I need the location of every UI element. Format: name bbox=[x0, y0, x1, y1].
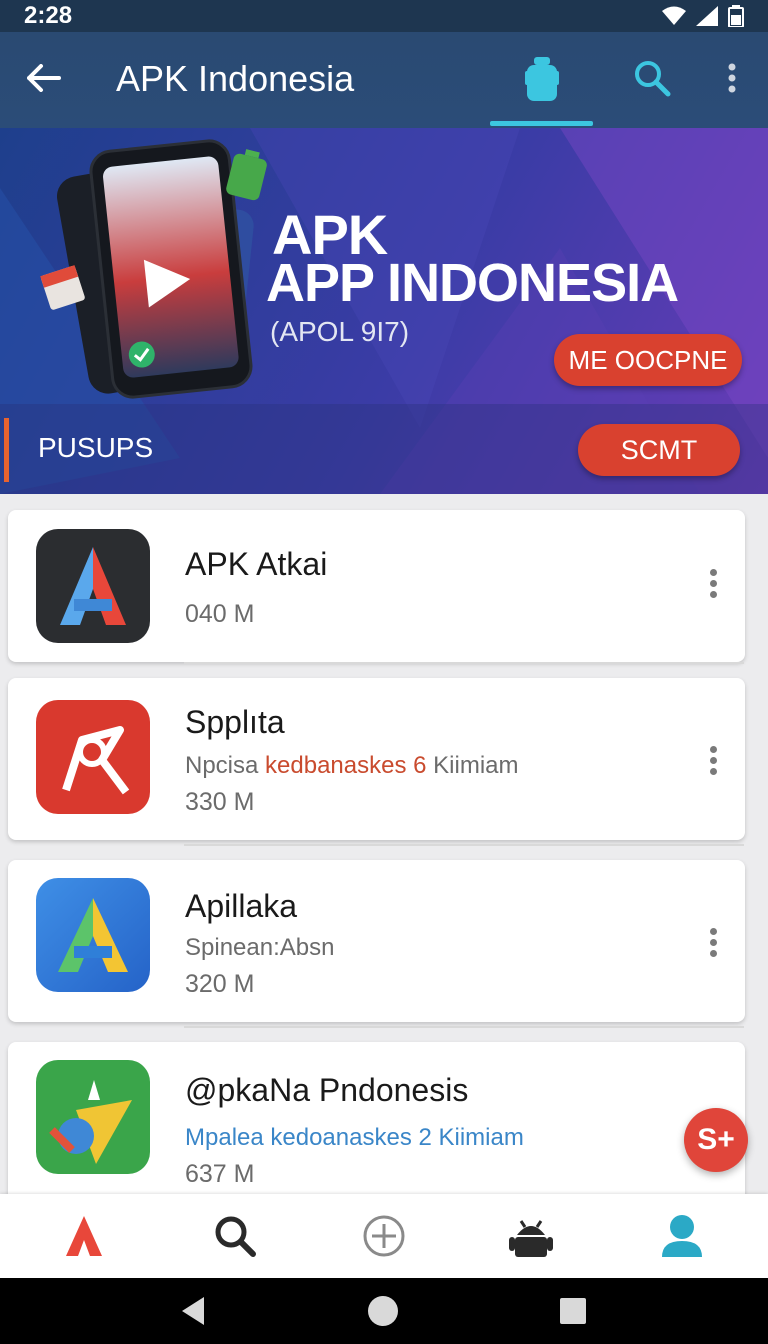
shapes-logo-icon bbox=[49, 1080, 132, 1164]
recents-square-icon bbox=[560, 1298, 586, 1324]
system-back-button[interactable] bbox=[176, 1294, 210, 1328]
nav-add[interactable] bbox=[356, 1208, 412, 1264]
letter-a-logo-icon bbox=[58, 898, 128, 972]
battery-icon bbox=[728, 5, 744, 27]
list-item[interactable]: APK Atkai 040 M bbox=[8, 510, 745, 662]
apk-logo-icon bbox=[66, 1216, 102, 1256]
arrow-left-icon bbox=[27, 64, 61, 92]
list-item[interactable]: @pkaNa Pndonesis Mpalea kedoanaskes 2 Ki… bbox=[8, 1042, 745, 1194]
promo-banner[interactable]: APK APP INDONESIA (APOL 9I7) ME OOCPNE P… bbox=[0, 128, 768, 494]
system-navigation-bar bbox=[0, 1278, 768, 1344]
app-icon bbox=[36, 529, 150, 643]
signal-icon bbox=[696, 6, 718, 26]
list-item[interactable]: Spplıta Npcisa kedbanaskes 6 Kiimiam 330… bbox=[8, 678, 745, 840]
banner-primary-button[interactable]: ME OOCPNE bbox=[554, 334, 742, 386]
divider bbox=[184, 662, 744, 664]
banner-title-line2: APP INDONESIA bbox=[266, 253, 679, 313]
system-home-button[interactable] bbox=[366, 1294, 400, 1328]
app-bar: APK Indonesia bbox=[0, 32, 768, 128]
strip-accent-bar bbox=[4, 418, 9, 482]
search-button[interactable] bbox=[628, 54, 676, 102]
nav-search[interactable] bbox=[207, 1208, 263, 1264]
letter-a-logo-icon bbox=[60, 547, 126, 625]
more-vertical-icon bbox=[728, 63, 736, 93]
list-item[interactable]: Apillaka Spinean:Absn 320 M bbox=[8, 860, 745, 1022]
overflow-menu-button[interactable] bbox=[712, 54, 752, 102]
status-icons bbox=[662, 5, 744, 27]
app-icon bbox=[36, 1060, 150, 1174]
app-name: Spplıta bbox=[185, 704, 285, 740]
back-triangle-icon bbox=[182, 1297, 204, 1325]
android-robot-icon bbox=[509, 1220, 553, 1257]
app-description: Npcisa kedbanaskes 6 Kiimiam bbox=[185, 752, 519, 779]
back-button[interactable] bbox=[22, 56, 66, 100]
status-bar: 2:28 bbox=[0, 0, 768, 32]
floating-action-button[interactable]: S+ bbox=[684, 1108, 748, 1172]
app-icon bbox=[36, 878, 150, 992]
app-size: 637 M bbox=[185, 1160, 255, 1188]
item-more-button[interactable] bbox=[700, 740, 726, 780]
banner-subtitle: (APOL 9I7) bbox=[270, 316, 410, 347]
app-name: APK Atkai bbox=[185, 546, 328, 582]
app-name: @pkaNa Pndonesis bbox=[185, 1072, 469, 1108]
check-icon bbox=[128, 341, 155, 368]
plus-circle-icon bbox=[363, 1215, 405, 1257]
tab-apps[interactable] bbox=[490, 32, 593, 128]
app-icon bbox=[36, 700, 150, 814]
divider bbox=[184, 844, 744, 846]
nav-apps[interactable] bbox=[503, 1208, 559, 1264]
bottom-navigation bbox=[0, 1194, 768, 1278]
phone-screen bbox=[102, 155, 240, 379]
search-icon bbox=[635, 61, 671, 97]
system-recents-button[interactable] bbox=[556, 1294, 590, 1328]
android-icon bbox=[524, 57, 559, 101]
app-description: Mpalea kedoanaskes 2 Kiimiam bbox=[185, 1124, 524, 1151]
app-size: 040 M bbox=[185, 600, 255, 628]
item-more-button[interactable] bbox=[700, 563, 726, 603]
tool-logo-icon bbox=[62, 726, 130, 795]
search-icon bbox=[215, 1216, 256, 1257]
app-size: 330 M bbox=[185, 788, 255, 816]
strip-label: PUSUPS bbox=[38, 432, 154, 463]
play-icon bbox=[143, 259, 191, 308]
app-list: APK Atkai 040 M Spplıta Npcisa kedbanask… bbox=[0, 494, 768, 1194]
nav-profile[interactable] bbox=[654, 1208, 710, 1264]
app-title: APK Indonesia bbox=[116, 58, 355, 99]
app-size: 320 M bbox=[185, 970, 255, 998]
wifi-icon bbox=[662, 6, 686, 25]
item-more-button[interactable] bbox=[700, 922, 726, 962]
app-name: Apillaka bbox=[185, 888, 298, 924]
tab-indicator bbox=[490, 121, 593, 126]
nav-home[interactable] bbox=[56, 1208, 112, 1264]
home-circle-icon bbox=[368, 1296, 398, 1326]
banner-secondary-button[interactable]: SCMT bbox=[578, 424, 740, 476]
app-description: Spinean:Absn bbox=[185, 934, 335, 961]
divider bbox=[184, 1026, 744, 1028]
status-time: 2:28 bbox=[24, 2, 73, 29]
user-icon bbox=[662, 1215, 702, 1257]
